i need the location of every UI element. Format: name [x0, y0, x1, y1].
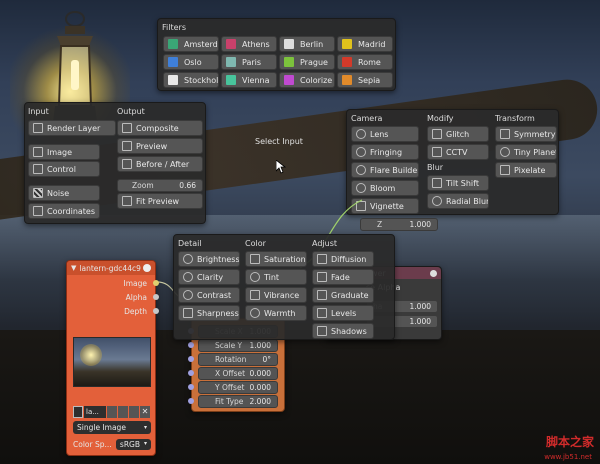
colorspace-label: Color Sp...: [73, 440, 112, 449]
graduate-icon: [317, 290, 327, 300]
chevron-down-icon: ▾: [143, 440, 147, 447]
output-socket-image[interactable]: [153, 280, 159, 286]
color-item-label: Tint: [264, 272, 280, 282]
output-socket-alpha-label: Alpha: [125, 293, 147, 302]
transform-field-label: Rotation: [215, 355, 247, 364]
image-node-header: ▼ lantern-gdc44c93...: [67, 261, 155, 275]
thumbnail-lantern-glow: [80, 344, 102, 366]
brightness-icon: [183, 254, 193, 264]
input-socket[interactable]: [188, 356, 194, 362]
image-preview-thumbnail: [73, 337, 151, 387]
detail-item-contrast[interactable]: Contrast: [178, 287, 240, 303]
adjust-item-label: Graduate: [331, 290, 369, 300]
detail-item-sharpness[interactable]: Sharpness: [178, 305, 240, 321]
detail-item-label: Sharpness: [197, 308, 239, 318]
detail-item-label: Clarity: [197, 272, 224, 282]
output-socket-image-label: Image: [123, 279, 148, 288]
power-field-value: 1.000: [409, 302, 431, 311]
adjust-item-fade[interactable]: Fade: [312, 269, 374, 285]
color-title: Color: [245, 239, 266, 248]
input-socket[interactable]: [188, 398, 194, 404]
vibrance-icon: [250, 290, 260, 300]
color-item-label: Warmth: [264, 308, 296, 318]
color-item-label: Vibrance: [264, 290, 300, 300]
watermark-logo: 脚本之家: [545, 435, 594, 449]
input-socket[interactable]: [188, 384, 194, 390]
adjust-item-label: Shadows: [331, 326, 367, 336]
collapse-chevron-icon[interactable]: ▼: [71, 264, 76, 272]
adjust-item-graduate[interactable]: Graduate: [312, 287, 374, 303]
duplicate-icon[interactable]: [118, 406, 128, 418]
output-socket-depth[interactable]: [153, 308, 159, 314]
image-node: ▼ lantern-gdc44c93... Image Alpha Depth …: [66, 260, 159, 456]
transform-field-y-offset[interactable]: Y Offset 0.000: [198, 381, 278, 394]
saturation-icon: [250, 254, 260, 264]
output-socket-alpha[interactable]: [153, 294, 159, 300]
adjust-item-levels[interactable]: Levels: [312, 305, 374, 321]
transform-field-scale-y[interactable]: Scale Y 1.000: [198, 339, 278, 352]
image-source-value: Single Image: [77, 423, 126, 432]
adjust-item-label: Levels: [331, 308, 357, 318]
detail-item-brightness[interactable]: Brightness: [178, 251, 240, 267]
levels-icon: [317, 308, 327, 318]
image-file-row: la... ✕: [73, 406, 151, 418]
detail-item-label: Contrast: [197, 290, 232, 300]
fade-icon: [317, 272, 327, 282]
output-socket-depth-label: Depth: [124, 307, 147, 316]
shadows-icon: [317, 326, 327, 336]
sharpness-icon: [183, 308, 193, 318]
image-source-select[interactable]: Single Image ▾: [73, 421, 151, 434]
power-node-globe-icon: [430, 269, 437, 277]
colorspace-select[interactable]: sRGB ▾: [115, 439, 151, 450]
image-file-type-icon: [73, 406, 83, 418]
detail-title: Detail: [178, 239, 202, 248]
fake-user-shield-icon[interactable]: [107, 406, 117, 418]
input-socket[interactable]: [188, 342, 194, 348]
transform-field-value: 2.000: [249, 397, 271, 406]
adjust-title: Adjust: [312, 239, 338, 248]
transform-field-label: X Offset: [215, 369, 246, 378]
color-item-tint[interactable]: Tint: [245, 269, 307, 285]
input-socket[interactable]: [188, 370, 194, 376]
transform-field-label: Y Offset: [215, 383, 245, 392]
transform-field-value: 0.000: [249, 383, 271, 392]
transform-field-x-offset[interactable]: X Offset 0.000: [198, 367, 278, 380]
adjustments-panel: Detail Color Adjust Brightness Clarity C…: [173, 234, 395, 340]
contrast-icon: [183, 290, 193, 300]
diffusion-icon: [317, 254, 327, 264]
warmth-icon: [250, 308, 260, 318]
transform-field-value: 0.000: [249, 369, 271, 378]
image-node-globe-icon: [143, 264, 151, 272]
watermark-url: www.jb51.net: [544, 453, 592, 461]
detail-item-clarity[interactable]: Clarity: [178, 269, 240, 285]
color-item-saturation[interactable]: Saturation: [245, 251, 307, 267]
colorspace-row: Color Sp... sRGB ▾: [73, 438, 151, 451]
image-node-title: lantern-gdc44c93...: [79, 263, 141, 273]
transform-field-rotation[interactable]: Rotation 0°: [198, 353, 278, 366]
clarity-icon: [183, 272, 193, 282]
color-item-vibrance[interactable]: Vibrance: [245, 287, 307, 303]
image-file-name[interactable]: la...: [84, 406, 106, 418]
adjust-item-diffusion[interactable]: Diffusion: [312, 251, 374, 267]
detail-item-label: Brightness: [197, 254, 240, 264]
adjust-item-label: Diffusion: [331, 254, 367, 264]
chevron-down-icon: ▾: [143, 424, 147, 431]
adjust-item-shadows[interactable]: Shadows: [312, 323, 374, 339]
color-item-warmth[interactable]: Warmth: [245, 305, 307, 321]
colorspace-value: sRGB: [119, 440, 140, 449]
transform-field-value: 1.000: [249, 341, 271, 350]
transform-field-label: Scale Y: [215, 341, 243, 350]
color-item-label: Saturation: [264, 254, 306, 264]
power-field-value-2: 1.000: [409, 317, 431, 326]
adjust-item-label: Fade: [331, 272, 350, 282]
tint-drop-icon: [250, 272, 260, 282]
transform-field-value: 0°: [262, 355, 271, 364]
transform-field-fit-type[interactable]: Fit Type 2.000: [198, 395, 278, 408]
close-icon[interactable]: ✕: [140, 406, 150, 418]
open-folder-icon[interactable]: [129, 406, 139, 418]
transform-field-label: Fit Type: [215, 397, 244, 406]
